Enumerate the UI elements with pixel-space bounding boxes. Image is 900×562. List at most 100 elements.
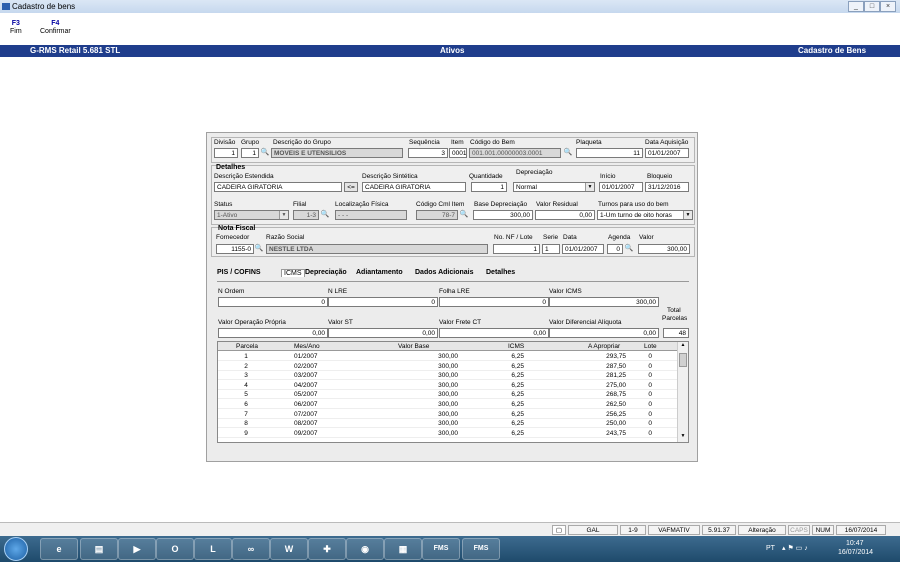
turnos-label: Turnos para uso do bem: [598, 201, 669, 208]
ie-icon[interactable]: e: [40, 538, 78, 560]
table-row[interactable]: 9 09/2007 300,00 6,25 243,75 0: [218, 429, 678, 438]
depreciacao-value: Normal: [516, 184, 537, 191]
tab-detalhes[interactable]: Detalhes: [486, 269, 515, 276]
word-icon[interactable]: W: [270, 538, 308, 560]
table-row[interactable]: 5 05/2007 300,00 6,25 268,75 0: [218, 390, 678, 400]
valor-icms-field[interactable]: 300,00: [549, 297, 659, 307]
table-row[interactable]: 3 03/2007 300,00 6,25 281,25 0: [218, 371, 678, 381]
sequencia-field[interactable]: 3: [408, 148, 448, 158]
item-field[interactable]: 0001: [449, 148, 467, 158]
table-row[interactable]: 7 07/2007 300,00 6,25 256,25 0: [218, 410, 678, 419]
tab-adiantamento[interactable]: Adiantamento: [356, 269, 403, 276]
util-icon[interactable]: ◉: [346, 538, 384, 560]
quantidade-field[interactable]: 1: [471, 182, 507, 192]
cod-cml-field[interactable]: 78-7: [416, 210, 458, 220]
copy-desc-button[interactable]: <=: [344, 182, 358, 192]
app-icon[interactable]: ∞: [232, 538, 270, 560]
binoculars-icon[interactable]: 🔍: [563, 148, 573, 157]
grupo-field[interactable]: 1: [241, 148, 259, 158]
fkey-fim-button[interactable]: F3 Fim: [10, 20, 22, 35]
fms-app-2[interactable]: FMS: [462, 538, 500, 560]
frete-ct-field[interactable]: 0,00: [439, 328, 549, 338]
desc-ext-field[interactable]: CADEIRA GIRATORIA: [214, 182, 342, 192]
taskbar: e ▤ ▶ O L ∞ W ✚ ◉ ▦ FMS FMS PT ▴ ⚑ ▭ ♪ 1…: [0, 536, 900, 562]
plaqueta-field[interactable]: 11: [576, 148, 643, 158]
binoculars-icon[interactable]: 🔍: [624, 244, 634, 253]
data-aquisicao-field[interactable]: 01/01/2007: [645, 148, 689, 158]
language-indicator[interactable]: PT: [766, 545, 775, 552]
tab-divider: [217, 281, 689, 282]
tool-icon[interactable]: ✚: [308, 538, 346, 560]
chevron-down-icon: ▼: [585, 183, 594, 191]
media-icon[interactable]: ▶: [118, 538, 156, 560]
inicio-field[interactable]: 01/01/2007: [599, 182, 643, 192]
table-cell: 0: [648, 353, 652, 360]
table-row[interactable]: 2 02/2007 300,00 6,25 287,50 0: [218, 362, 678, 371]
n-lre-field[interactable]: 0: [328, 297, 438, 307]
filial-field[interactable]: 1-3: [293, 210, 319, 220]
valor-st-field[interactable]: 0,00: [328, 328, 438, 338]
serie-field[interactable]: 1: [542, 244, 560, 254]
base-dep-field[interactable]: 300,00: [473, 210, 533, 220]
status-num: NUM: [812, 525, 834, 535]
fkey-confirmar-button[interactable]: F4 Confirmar: [40, 20, 71, 35]
close-button[interactable]: ×: [880, 1, 896, 12]
bloqueio-field[interactable]: 31/12/2016: [645, 182, 689, 192]
tab-icms[interactable]: ICMS: [281, 269, 305, 277]
table-cell: 300,00: [438, 391, 458, 399]
chevron-down-icon[interactable]: ▼: [678, 433, 688, 442]
binoculars-icon[interactable]: 🔍: [459, 210, 469, 219]
document-icon: ▢: [552, 525, 566, 535]
lync-icon[interactable]: L: [194, 538, 232, 560]
scroll-thumb[interactable]: [679, 353, 687, 367]
valor-nf-field[interactable]: 300,00: [638, 244, 690, 254]
table-cell: 0: [648, 420, 652, 428]
depreciacao-select[interactable]: Normal ▼: [513, 182, 595, 192]
table-row[interactable]: 4 04/2007 300,00 6,25 275,00 0: [218, 381, 678, 390]
vertical-scrollbar[interactable]: ▲ ▼: [677, 342, 688, 442]
divisao-field[interactable]: 1: [214, 148, 238, 158]
minimize-button[interactable]: _: [848, 1, 864, 12]
binoculars-icon[interactable]: 🔍: [320, 210, 330, 219]
dif-aliquota-field[interactable]: 0,00: [549, 328, 659, 338]
tab-pis-cofins[interactable]: PIS / COFINS: [217, 269, 261, 276]
tab-dados-adicionais[interactable]: Dados Adicionais: [415, 269, 473, 276]
data-nf-field[interactable]: 01/01/2007: [562, 244, 604, 254]
start-button[interactable]: [4, 537, 28, 561]
folha-lre-field[interactable]: 0: [439, 297, 549, 307]
desc-sint-label: Descrição Sintética: [362, 173, 418, 180]
tray-icons[interactable]: ▴ ⚑ ▭ ♪: [782, 544, 808, 552]
chevron-up-icon[interactable]: ▲: [678, 342, 688, 351]
nf-field[interactable]: 1: [493, 244, 540, 254]
status-caps: CAPS: [788, 525, 810, 535]
inicio-label: Início: [600, 173, 616, 180]
status-select[interactable]: 1-Ativo ▼: [214, 210, 289, 220]
agenda-field[interactable]: 0: [607, 244, 623, 254]
divisao-label: Divisão: [214, 139, 236, 146]
outlook-icon[interactable]: O: [156, 538, 194, 560]
table-cell: 6,25: [511, 429, 524, 437]
valor-residual-field[interactable]: 0,00: [535, 210, 595, 220]
folder-icon[interactable]: ▤: [80, 538, 118, 560]
tool2-icon[interactable]: ▦: [384, 538, 422, 560]
turnos-select[interactable]: 1-Um turno de oito horas ▼: [597, 210, 693, 220]
fornecedor-field[interactable]: 1155-0: [216, 244, 254, 254]
binoculars-icon[interactable]: 🔍: [254, 244, 264, 253]
tab-depreciacao[interactable]: Depreciação: [305, 269, 347, 276]
table-row[interactable]: 6 06/2007 300,00 6,25 262,50 0: [218, 400, 678, 409]
table-cell: 300,00: [438, 429, 458, 437]
n-ordem-field[interactable]: 0: [218, 297, 328, 307]
filial-label: Filial: [293, 201, 307, 208]
desc-sint-field[interactable]: CADEIRA GIRATORIA: [362, 182, 466, 192]
table-row[interactable]: 8 08/2007 300,00 6,25 250,00 0: [218, 419, 678, 429]
fms-app-1[interactable]: FMS: [422, 538, 460, 560]
maximize-button[interactable]: □: [864, 1, 880, 12]
localizacao-field[interactable]: - - -: [335, 210, 407, 220]
table-cell: 6: [244, 401, 248, 408]
table-row[interactable]: 1 01/2007 300,00 6,25 293,75 0: [218, 352, 678, 361]
op-propria-field[interactable]: 0,00: [218, 328, 328, 338]
razao-social-label: Razão Social: [266, 234, 305, 241]
binoculars-icon[interactable]: 🔍: [260, 148, 270, 157]
table-cell: 256,25: [606, 410, 626, 418]
base-dep-label: Base Depreciação: [474, 201, 528, 208]
